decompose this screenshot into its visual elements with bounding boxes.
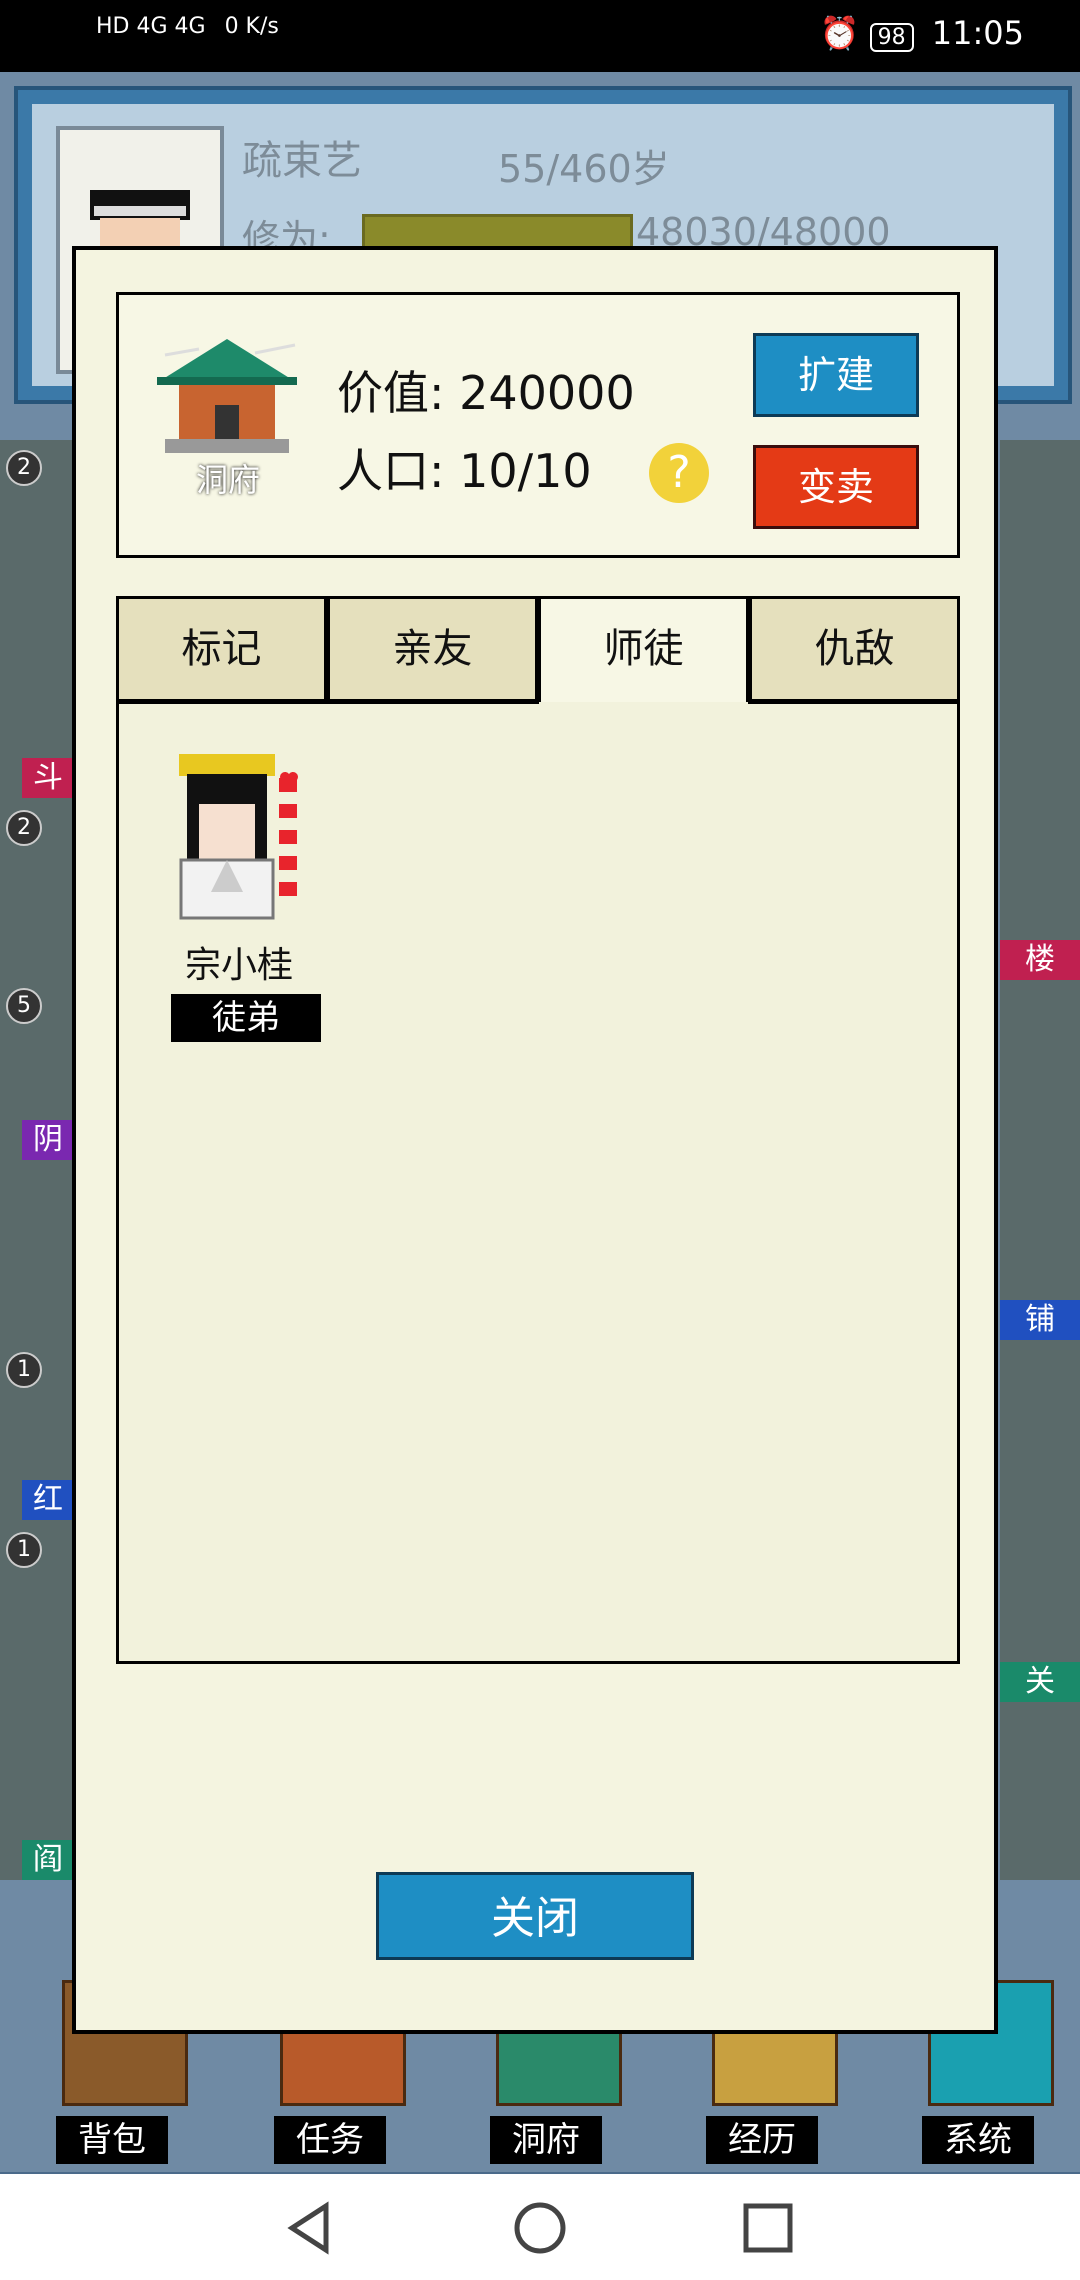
location-badge: 2 xyxy=(6,450,42,486)
player-age: 55/460岁 xyxy=(498,147,670,191)
network-indicator: HD 4G 4G 0 K/s xyxy=(96,14,279,39)
network-text: HD 4G 4G xyxy=(96,14,206,39)
left-location-column xyxy=(0,440,74,1880)
back-icon[interactable] xyxy=(282,2200,338,2256)
relation-tabs: 标记 亲友 师徒 仇敌 xyxy=(116,596,960,704)
location-badge: 2 xyxy=(6,810,42,846)
member-name: 宗小桂 xyxy=(184,945,293,986)
status-bar: HD 4G 4G 0 K/s ⏰ 98 11:05 xyxy=(0,0,1080,72)
location-badge: 5 xyxy=(6,988,42,1024)
member-role-badge: 徒弟 xyxy=(171,994,321,1042)
battery-level: 98 xyxy=(869,23,914,52)
house-info-box: 洞府 价值: 240000 人口: 10/10 ? 扩建 变卖 xyxy=(116,292,960,558)
nav-label: 任务 xyxy=(274,2116,386,2164)
nav-label: 洞府 xyxy=(490,2116,602,2164)
clock: 11:05 xyxy=(931,14,1024,52)
location-badge: 1 xyxy=(6,1352,42,1388)
location-tag[interactable]: 关 xyxy=(1000,1662,1080,1702)
help-icon[interactable]: ? xyxy=(649,443,709,503)
tab-marked[interactable]: 标记 xyxy=(116,596,327,702)
tab-enemies[interactable]: 仇敌 xyxy=(749,596,960,702)
nav-label: 经历 xyxy=(706,2116,818,2164)
location-tag[interactable]: 斗 xyxy=(22,758,74,798)
nav-label: 背包 xyxy=(56,2116,168,2164)
house-population: 人口: 10/10 xyxy=(337,444,592,498)
close-button[interactable]: 关闭 xyxy=(376,1872,694,1960)
tab-divider xyxy=(116,701,539,704)
system-nav-bar xyxy=(0,2174,1080,2280)
recents-icon[interactable] xyxy=(740,2200,796,2256)
nav-label: 系统 xyxy=(922,2116,1034,2164)
status-right: ⏰ 98 11:05 xyxy=(820,14,1024,52)
location-tag[interactable]: 阴 xyxy=(22,1120,74,1160)
alarm-icon: ⏰ xyxy=(819,14,860,52)
home-icon[interactable] xyxy=(512,2200,568,2256)
location-tag[interactable]: 红 xyxy=(22,1480,74,1520)
expand-button[interactable]: 扩建 xyxy=(753,333,919,417)
player-name: 疏束艺 xyxy=(242,138,362,184)
tab-divider xyxy=(748,701,960,704)
member-card[interactable]: 宗小桂 徒弟 xyxy=(159,752,321,1042)
cave-house-dialog: 洞府 价值: 240000 人口: 10/10 ? 扩建 变卖 标记 亲友 师徒… xyxy=(72,246,998,2034)
location-badge: 1 xyxy=(6,1532,42,1568)
location-tag[interactable]: 楼 xyxy=(1000,940,1080,980)
tab-master-disciple[interactable]: 师徒 xyxy=(538,596,749,702)
heart-icons xyxy=(279,772,298,896)
sell-button[interactable]: 变卖 xyxy=(753,445,919,529)
cave-house-icon xyxy=(157,339,297,453)
disciple-portrait-icon xyxy=(179,754,298,920)
location-tag[interactable]: 阎 xyxy=(22,1840,74,1880)
member-list-panel: 宗小桂 徒弟 xyxy=(116,702,960,1664)
location-tag[interactable]: 铺 xyxy=(1000,1300,1080,1340)
speed-text: 0 K/s xyxy=(224,14,279,39)
house-caption: 洞府 xyxy=(195,461,260,499)
tab-friends[interactable]: 亲友 xyxy=(327,596,538,702)
house-value: 价值: 240000 xyxy=(337,366,635,420)
